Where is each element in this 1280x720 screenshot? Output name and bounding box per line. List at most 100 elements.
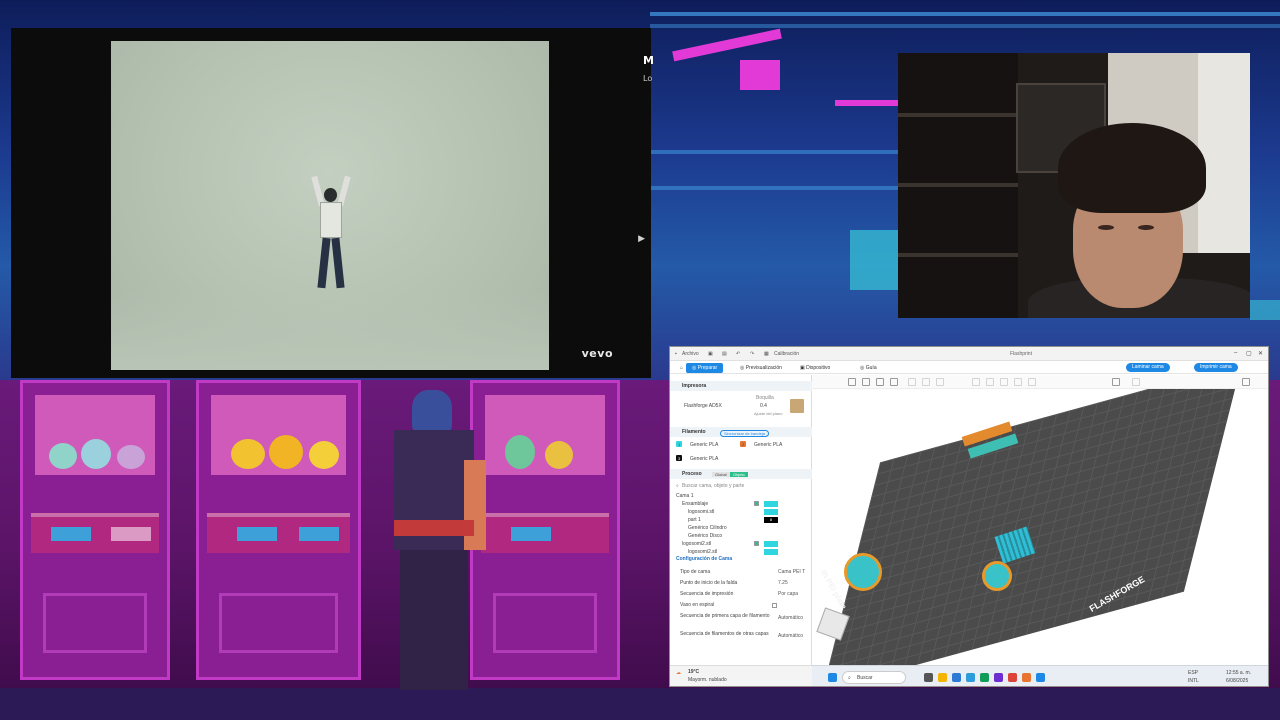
tab-guide[interactable]: ◎ Guía [854, 363, 883, 373]
filament-material-1[interactable]: Generic PLA [690, 442, 718, 448]
tab-device[interactable]: ▣ Dispositivo [794, 363, 836, 373]
tree-part[interactable]: logosomi.stl [688, 509, 714, 515]
grid-icon[interactable] [862, 378, 870, 386]
printer-name[interactable]: Flashforge AD5X [684, 403, 722, 409]
undo-icon[interactable]: ↶ [736, 351, 740, 357]
object-checkbox[interactable] [754, 541, 759, 546]
peace-logo-object[interactable] [844, 553, 882, 591]
task-view-icon[interactable] [924, 673, 933, 682]
weather-widget[interactable]: ☁ 19°C Mayorm. nublado [670, 665, 812, 686]
text-icon[interactable] [1112, 378, 1120, 386]
plate-thumbnail-icon[interactable] [790, 399, 804, 413]
scale-icon[interactable] [1000, 378, 1008, 386]
view-icon[interactable] [1242, 378, 1250, 386]
store-icon[interactable] [966, 673, 975, 682]
video-frame [111, 41, 549, 370]
clock-date[interactable]: 6/08/2025 [1226, 678, 1248, 684]
side-subtitle: Lo [643, 74, 653, 83]
video-player[interactable]: vevo ▶ [11, 28, 651, 378]
arrange-icon[interactable] [890, 378, 898, 386]
tree-part[interactable]: Genérico Cilindro [688, 525, 727, 531]
menu-calibracion[interactable]: Calibración [774, 351, 799, 357]
tree-part[interactable]: Genérico Disco [688, 533, 722, 539]
slice-bed-button[interactable]: Laminar cama [1126, 363, 1170, 372]
tree-part[interactable]: logosomi2.stl [688, 549, 717, 555]
setting-value[interactable]: Automático [778, 615, 803, 621]
filament-chip[interactable] [764, 501, 778, 507]
tab-preview[interactable]: ◎ Previsualización [734, 363, 788, 373]
file-explorer-icon[interactable] [938, 673, 947, 682]
side-title: M [643, 54, 654, 67]
rotate-icon[interactable] [986, 378, 994, 386]
tab-prepare[interactable]: ◎ Preparar [686, 363, 724, 373]
support-icon[interactable] [1028, 378, 1036, 386]
open-icon[interactable]: ▤ [722, 351, 727, 357]
build-plate[interactable] [822, 389, 1242, 665]
filament-material-2[interactable]: Generic PLA [754, 442, 782, 448]
setting-row-print-sequence[interactable]: Secuencia de impresión Por capa [680, 591, 808, 597]
sync-filament-button[interactable]: Sincronizar de bandeja [720, 430, 769, 437]
search-icon: ⌕ [848, 675, 851, 681]
setting-row-first-layer-seq[interactable]: Secuencia de primera capa de filamento A… [680, 613, 803, 621]
language-bottom[interactable]: INTL [1188, 678, 1199, 684]
spiral-vase-checkbox[interactable] [772, 603, 777, 608]
tree-part[interactable]: part 1 [688, 517, 701, 523]
save-icon[interactable]: ▣ [708, 351, 713, 357]
filament-chip[interactable] [764, 549, 778, 555]
tree-object-2[interactable]: logosomi2.stl [682, 541, 711, 547]
nozzle-label: Boquilla [756, 395, 774, 401]
play-next-icon[interactable]: ▶ [638, 234, 645, 244]
close-icon[interactable]: ✕ [1258, 350, 1263, 357]
slicer-app-icon[interactable] [1036, 673, 1045, 682]
setting-row-other-layers-seq[interactable]: Secuencia de filamentos de otras capas A… [680, 631, 803, 639]
setting-row-bed-type[interactable]: Tipo de cama Cama PEI T [680, 569, 808, 575]
nozzle-value[interactable]: 0.4 [760, 403, 767, 409]
chrome-icon[interactable] [1008, 673, 1017, 682]
clock-time[interactable]: 12:55 a. m. [1226, 670, 1251, 676]
calibration-icon[interactable]: ▦ [764, 351, 769, 357]
minimize-icon[interactable]: – [1234, 350, 1237, 356]
mode-global-toggle[interactable]: Global [712, 472, 730, 477]
filament-chip-black[interactable]: 8 [764, 517, 778, 523]
setting-label: Punto de inicio de la falda [680, 580, 738, 586]
tab-device-label: Dispositivo [806, 365, 831, 371]
3d-viewport[interactable]: FLASHFORGE th PEI plate [812, 389, 1268, 665]
setting-value[interactable]: Por capa [778, 591, 798, 597]
layers-icon[interactable] [936, 378, 944, 386]
app-logo-icon: ▪ [675, 351, 677, 357]
redo-icon[interactable]: ↷ [750, 351, 754, 357]
filament-chip[interactable] [764, 541, 778, 547]
print-bed-button[interactable]: Imprimir cama [1194, 363, 1238, 372]
move-icon[interactable] [972, 378, 980, 386]
tree-object-1[interactable]: Ensamblaje [682, 501, 708, 507]
setting-row-spiral-vase[interactable]: Vaso en espiral [680, 602, 808, 608]
app-icon[interactable] [980, 673, 989, 682]
mode-object-toggle[interactable]: Objeto [730, 472, 748, 477]
setting-value[interactable]: 7.25 [778, 580, 788, 586]
maximize-icon[interactable]: ▢ [1246, 350, 1252, 357]
peace-logo-object[interactable] [982, 561, 1012, 591]
taskbar-search[interactable]: ⌕ Buscar [842, 671, 906, 684]
start-icon[interactable] [828, 673, 837, 682]
setting-value[interactable]: Automático [778, 633, 803, 639]
settings-panel: Impresora Flashforge AD5X Boquilla 0.4 A… [670, 375, 812, 665]
menu-archivo[interactable]: Archivo [682, 351, 699, 357]
add-object-icon[interactable] [848, 378, 856, 386]
setting-row-skirt-start[interactable]: Punto de inicio de la falda 7.25 [680, 580, 808, 586]
slicer-window[interactable]: ▪ Archivo ▣ ▤ ↶ ↷ ▦ Calibración Flashpri… [669, 346, 1269, 687]
cut-icon[interactable] [1014, 378, 1022, 386]
app-icon[interactable] [1022, 673, 1031, 682]
language-top[interactable]: ESP [1188, 670, 1198, 676]
setting-value[interactable]: Cama PEI T [778, 569, 805, 575]
app-icon[interactable] [994, 673, 1003, 682]
orient-icon[interactable] [876, 378, 884, 386]
tree-bed[interactable]: Cama 1 [676, 493, 694, 499]
edge-icon[interactable] [952, 673, 961, 682]
split-icon[interactable] [922, 378, 930, 386]
filament-chip[interactable] [764, 509, 778, 515]
measure-icon[interactable] [1132, 378, 1140, 386]
zoom-icon[interactable] [908, 378, 916, 386]
filament-material-3[interactable]: Generic PLA [690, 456, 718, 462]
object-search-input[interactable]: Buscar cama, objeto y parte [682, 483, 744, 489]
object-checkbox[interactable] [754, 501, 759, 506]
